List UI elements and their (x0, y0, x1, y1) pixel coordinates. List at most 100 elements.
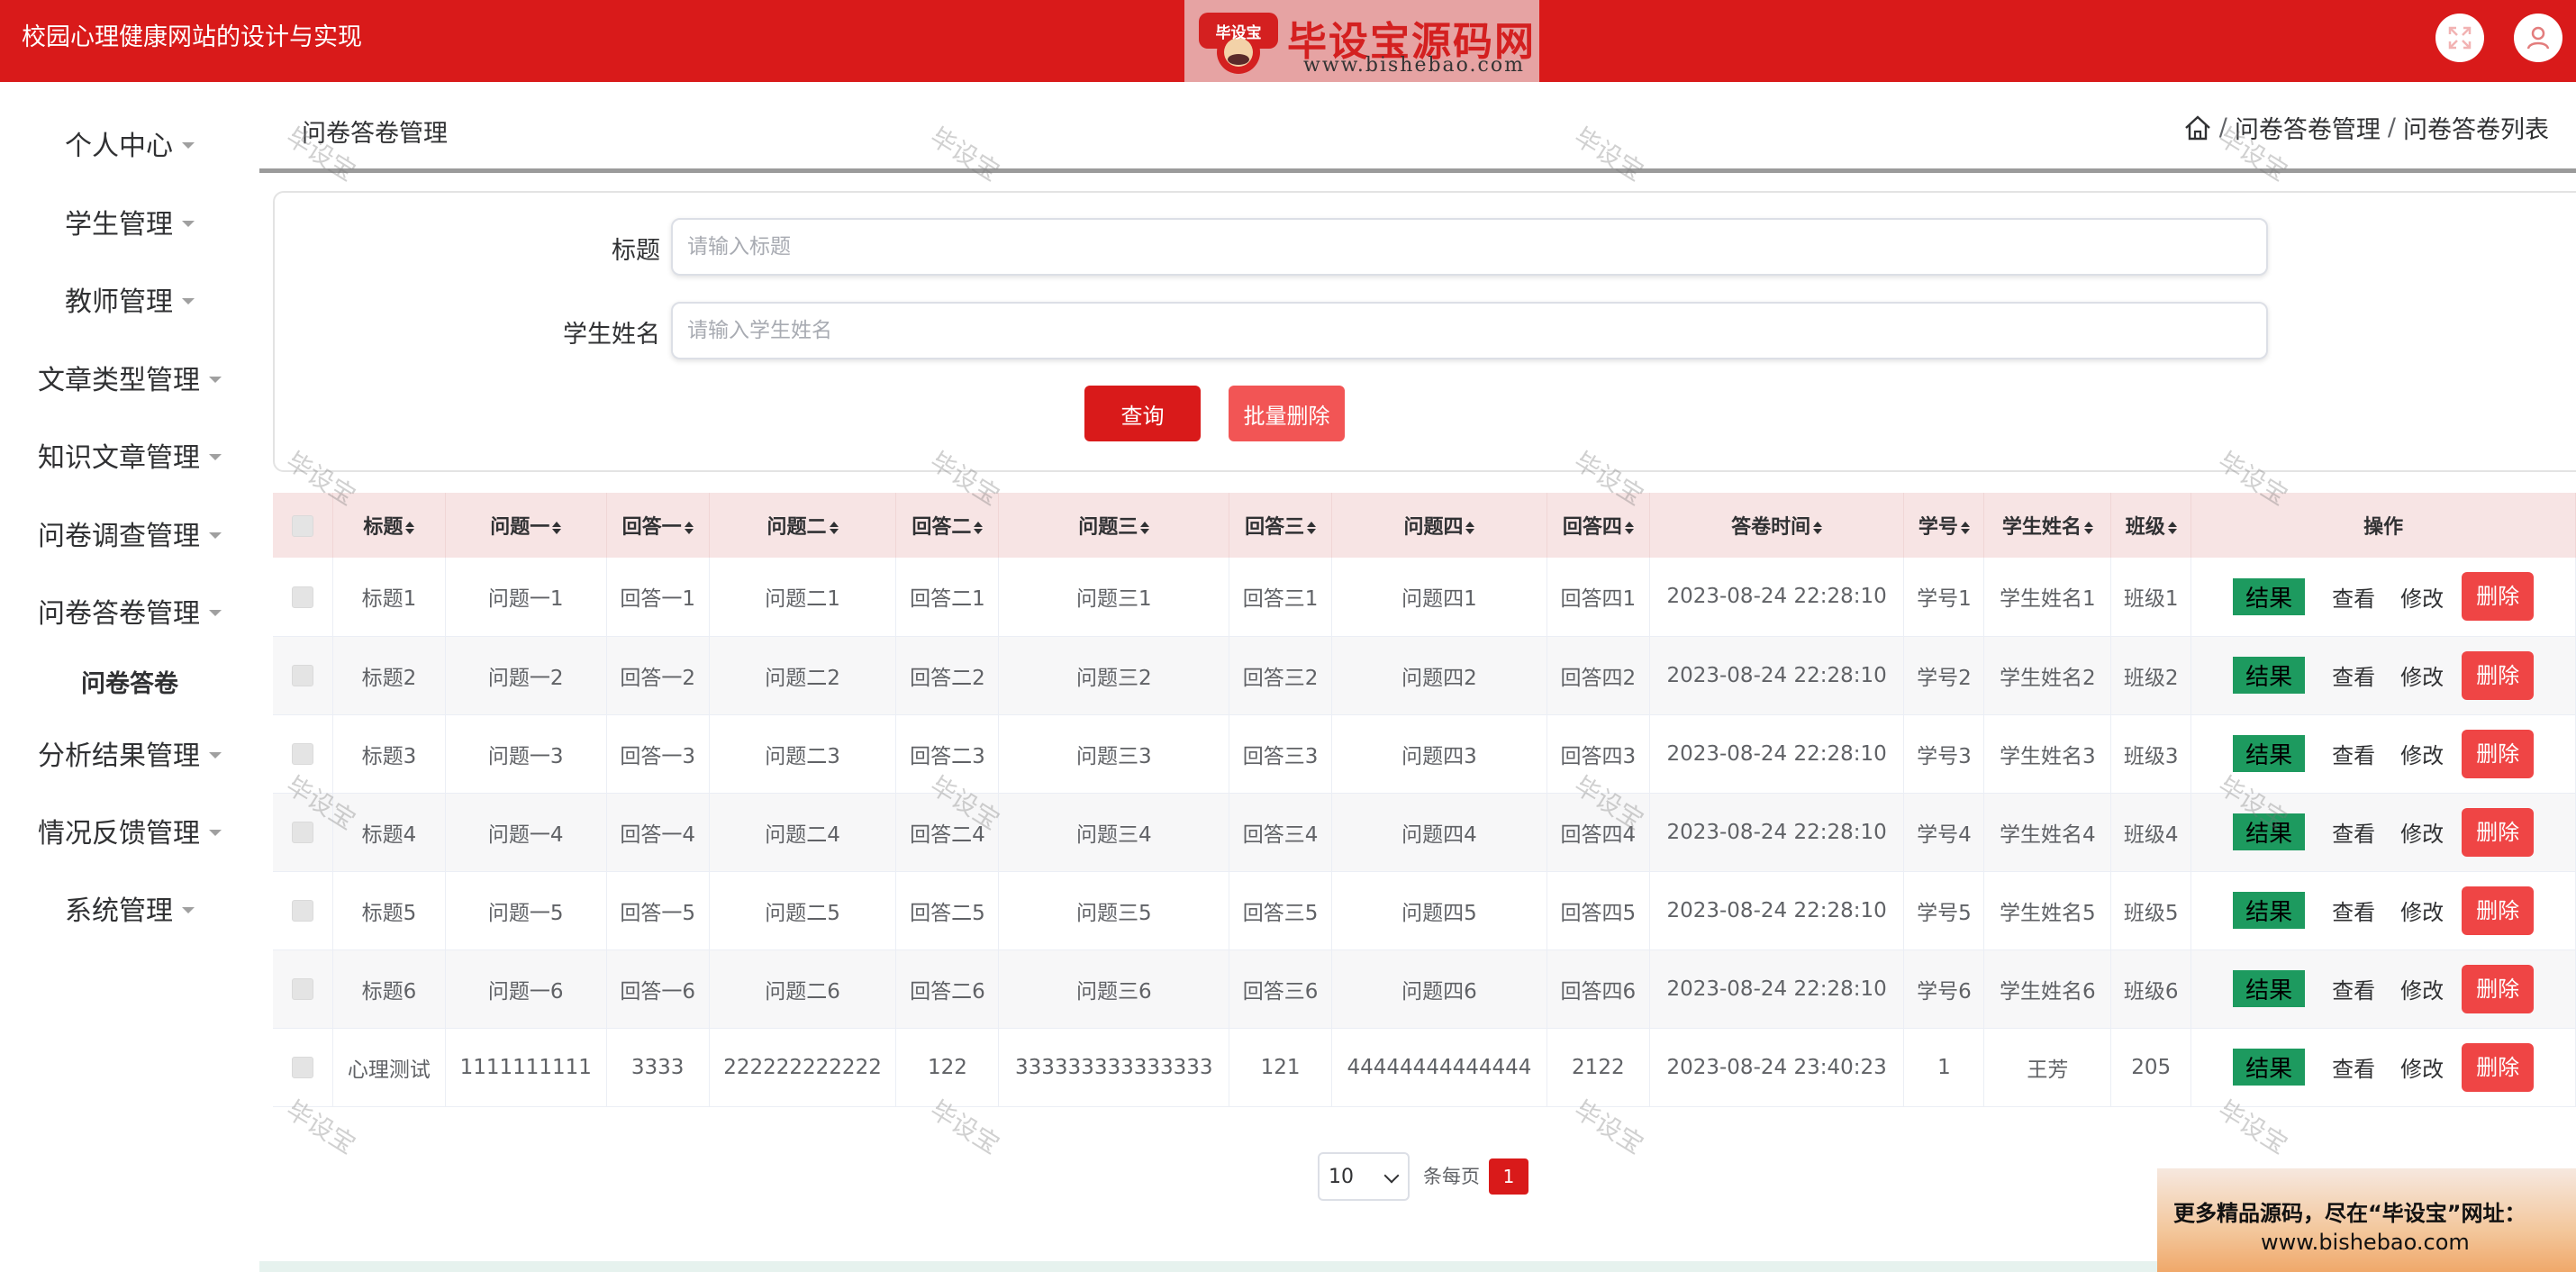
view-button[interactable]: 查看 (2332, 738, 2375, 769)
table-cell: 学生姓名4 (1983, 793, 2112, 872)
table-cell: 回答三1 (1229, 558, 1333, 637)
page-number-current[interactable]: 1 (1489, 1158, 1528, 1195)
column-header[interactable]: 问题二 (709, 493, 897, 558)
result-button[interactable]: 结果 (2233, 577, 2306, 615)
select-all-checkbox[interactable] (291, 514, 313, 537)
table-cell: 问题二6 (709, 949, 897, 1029)
batch-delete-button[interactable]: 批量删除 (1229, 386, 1345, 441)
column-header[interactable]: 班级 (2110, 493, 2192, 558)
column-header[interactable]: 问题一 (445, 493, 607, 558)
row-checkbox[interactable] (291, 665, 313, 686)
row-checkbox[interactable] (291, 978, 313, 1000)
column-header[interactable]: 回答二 (895, 493, 1000, 558)
row-select-cell[interactable] (273, 558, 333, 637)
view-button[interactable]: 查看 (2332, 1051, 2375, 1083)
table-cell: 2023-08-24 23:40:23 (1649, 1028, 1905, 1107)
breadcrumb-item[interactable]: 问卷答卷管理 (2235, 110, 2381, 145)
sidebar: 个人中心 学生管理 教师管理 文章类型管理 知识文章管理 问卷调查管理 问卷答卷… (0, 82, 259, 1272)
row-checkbox[interactable] (291, 743, 313, 765)
page-size-value: 10 (1329, 1165, 1354, 1188)
column-header[interactable]: 回答四 (1547, 493, 1650, 558)
table-cell: 问题四4 (1331, 793, 1547, 872)
edit-button[interactable]: 修改 (2400, 738, 2444, 769)
promo-banner[interactable]: 更多精品源码，尽在“毕设宝”网址： www.bishebao.com (2157, 1168, 2576, 1272)
delete-button[interactable]: 删除 (2462, 1042, 2535, 1092)
select-all-cell[interactable] (273, 493, 333, 558)
sidebar-item-teachers[interactable]: 教师管理 (0, 272, 259, 326)
table-row: 心理测试 1111111111 3333 222222222222 122 3333333… (273, 1028, 2576, 1107)
result-button[interactable]: 结果 (2233, 892, 2306, 929)
result-button[interactable]: 结果 (2233, 657, 2306, 694)
delete-button[interactable]: 删除 (2462, 572, 2535, 622)
row-select-cell[interactable] (273, 714, 333, 794)
sidebar-item-article-types[interactable]: 文章类型管理 (0, 350, 259, 404)
delete-button[interactable]: 删除 (2462, 807, 2535, 857)
table-cell: 王芳 (1983, 1028, 2112, 1107)
sidebar-subitem-answer-sheet[interactable]: 问卷答卷 (0, 659, 259, 704)
column-header[interactable]: 学号 (1903, 493, 1985, 558)
column-header[interactable]: 学生姓名 (1983, 493, 2112, 558)
row-select-cell[interactable] (273, 949, 333, 1029)
edit-button[interactable]: 修改 (2400, 659, 2444, 691)
edit-button[interactable]: 修改 (2400, 1051, 2444, 1083)
fullscreen-button[interactable] (2435, 14, 2484, 62)
watermark-text: 毕设宝 (924, 122, 1005, 187)
student-name-input[interactable] (671, 302, 2268, 359)
column-header[interactable]: 回答一 (606, 493, 710, 558)
sidebar-item-label: 系统管理 (65, 895, 173, 927)
sidebar-item-personal-center[interactable]: 个人中心 (0, 116, 259, 170)
row-select-cell[interactable] (273, 1028, 333, 1107)
title-input[interactable] (671, 218, 2268, 276)
expand-icon (2448, 26, 2472, 50)
row-select-cell[interactable] (273, 871, 333, 950)
row-checkbox[interactable] (291, 900, 313, 922)
row-actions: 结果 查看 修改 删除 (2191, 949, 2576, 1029)
sidebar-item-answer-sheets[interactable]: 问卷答卷管理 (0, 584, 259, 638)
result-button[interactable]: 结果 (2233, 735, 2306, 772)
edit-button[interactable]: 修改 (2400, 816, 2444, 848)
chevron-down-icon (209, 532, 222, 539)
table-cell: 回答二6 (895, 949, 1000, 1029)
user-button[interactable] (2514, 14, 2562, 62)
column-header[interactable]: 问题三 (998, 493, 1230, 558)
delete-button[interactable]: 删除 (2462, 964, 2535, 1013)
page-size-select[interactable]: 10 (1318, 1152, 1410, 1201)
view-button[interactable]: 查看 (2332, 895, 2375, 926)
result-button[interactable]: 结果 (2233, 813, 2306, 850)
row-checkbox[interactable] (291, 586, 313, 608)
delete-button[interactable]: 删除 (2462, 729, 2535, 778)
view-button[interactable]: 查看 (2332, 973, 2375, 1004)
column-header[interactable]: 问题四 (1331, 493, 1547, 558)
row-checkbox[interactable] (291, 1057, 313, 1078)
table-cell: 回答四5 (1547, 871, 1650, 950)
result-button[interactable]: 结果 (2233, 970, 2306, 1007)
edit-button[interactable]: 修改 (2400, 973, 2444, 1004)
column-header[interactable]: 标题 (332, 493, 446, 558)
delete-button[interactable]: 删除 (2462, 650, 2535, 700)
edit-button[interactable]: 修改 (2400, 581, 2444, 613)
delete-button[interactable]: 删除 (2462, 886, 2535, 935)
edit-button[interactable]: 修改 (2400, 895, 2444, 926)
result-button[interactable]: 结果 (2233, 1049, 2306, 1086)
sidebar-item-knowledge-articles[interactable]: 知识文章管理 (0, 428, 259, 482)
column-header[interactable]: 答卷时间 (1649, 493, 1905, 558)
table-cell: 班级6 (2110, 949, 2192, 1029)
sidebar-item-surveys[interactable]: 问卷调查管理 (0, 506, 259, 560)
query-button[interactable]: 查询 (1084, 386, 1201, 441)
table-cell: 问题一6 (445, 949, 607, 1029)
sidebar-item-system[interactable]: 系统管理 (0, 881, 259, 935)
view-button[interactable]: 查看 (2332, 581, 2375, 613)
table-cell: 回答四6 (1547, 949, 1650, 1029)
sidebar-item-analysis-results[interactable]: 分析结果管理 (0, 726, 259, 780)
home-icon[interactable] (2183, 114, 2212, 141)
view-button[interactable]: 查看 (2332, 816, 2375, 848)
view-button[interactable]: 查看 (2332, 659, 2375, 691)
logo-mascot-icon: 毕设宝 (1199, 13, 1278, 74)
column-header[interactable]: 回答三 (1229, 493, 1333, 558)
row-select-cell[interactable] (273, 793, 333, 872)
row-checkbox[interactable] (291, 822, 313, 843)
row-select-cell[interactable] (273, 636, 333, 715)
sidebar-item-feedback[interactable]: 情况反馈管理 (0, 804, 259, 858)
sidebar-item-students[interactable]: 学生管理 (0, 195, 259, 249)
table-cell: 班级5 (2110, 871, 2192, 950)
